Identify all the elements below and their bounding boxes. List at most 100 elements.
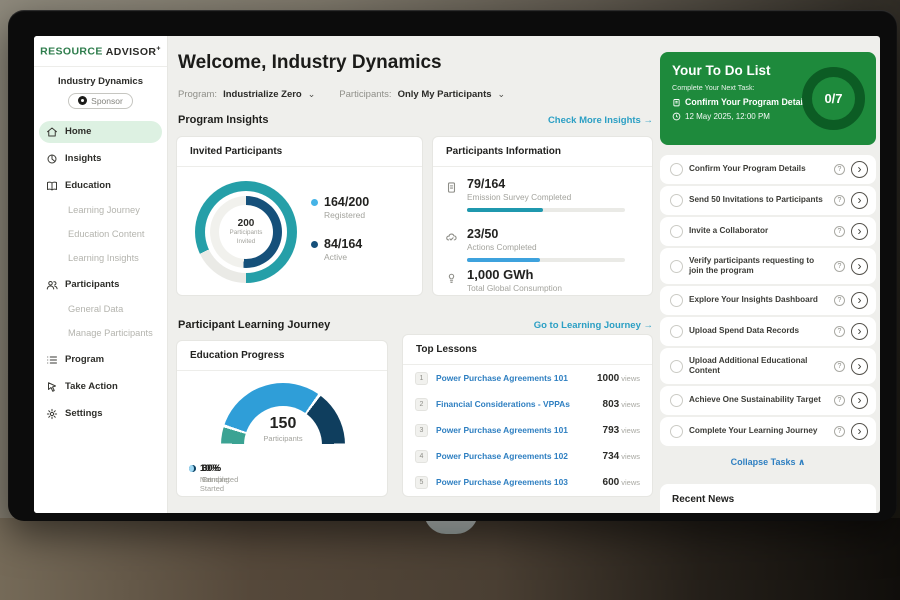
sidebar-item-learning-insights[interactable]: Learning Insights (39, 250, 162, 267)
legend-item-active: 84/164 Active (311, 237, 362, 262)
chevron-right-button[interactable]: › (851, 223, 868, 240)
sidebar-item-participants[interactable]: Participants (39, 274, 162, 296)
help-icon[interactable]: ? (834, 426, 845, 437)
participants-icon (46, 279, 58, 291)
participants-information-card: Participants Information 79/164 Emission… (432, 136, 653, 296)
chevron-right-button[interactable]: › (851, 423, 868, 440)
task-row[interactable]: Upload Spend Data Records ? › (660, 317, 876, 346)
help-icon[interactable]: ? (834, 295, 845, 306)
chevron-right-button[interactable]: › (851, 258, 868, 275)
task-row[interactable]: Achieve One Sustainability Target ? › (660, 386, 876, 415)
task-checkbox[interactable] (670, 260, 683, 273)
views-count: 793 (603, 425, 620, 436)
sidebar-item-insights[interactable]: Insights (39, 148, 162, 170)
views-count: 600 (603, 477, 620, 488)
help-icon[interactable]: ? (834, 195, 845, 206)
chevron-right-button[interactable]: › (851, 161, 868, 178)
task-checkbox[interactable] (670, 325, 683, 338)
sidebar-item-manage-participants[interactable]: Manage Participants (39, 325, 162, 342)
sidebar-item-settings[interactable]: Settings (39, 403, 162, 425)
legend-value: 164/200 (324, 195, 369, 209)
help-icon[interactable]: ? (834, 164, 845, 175)
progress-bar (467, 208, 625, 212)
task-list: Confirm Your Program Details ? › Send 50… (660, 155, 876, 448)
stat-emission-survey: 79/164 Emission Survey Completed (445, 177, 625, 212)
chevron-right-button[interactable]: › (851, 323, 868, 340)
chevron-right-button[interactable]: › (851, 292, 868, 309)
chevron-right-button[interactable]: › (851, 192, 868, 209)
organization-name: Industry Dynamics (34, 76, 167, 87)
lesson-link[interactable]: Financial Considerations - VPPAs (436, 399, 595, 409)
participants-filter-value[interactable]: Only My Participants (398, 89, 492, 100)
task-row[interactable]: Invite a Collaborator ? › (660, 217, 876, 246)
help-icon[interactable]: ? (834, 226, 845, 237)
task-label: Verify participants requesting to join t… (689, 256, 828, 277)
sidebar-item-label: Learning Insights (68, 253, 139, 263)
task-checkbox[interactable] (670, 360, 683, 373)
views-label: views (621, 426, 640, 435)
sidebar-item-take-action[interactable]: Take Action (39, 376, 162, 398)
go-to-learning-journey-link[interactable]: Go to Learning Journey → (534, 320, 653, 331)
task-checkbox[interactable] (670, 225, 683, 238)
chevron-right-button[interactable]: › (851, 358, 868, 375)
participants-filter-label: Participants: (339, 89, 391, 100)
stat-value: 1,000 GWh (467, 267, 562, 282)
actions-icon (445, 231, 458, 244)
card-title: Participants Information (433, 137, 652, 167)
sidebar-item-general-data[interactable]: General Data (39, 301, 162, 318)
help-icon[interactable]: ? (834, 326, 845, 337)
lesson-link[interactable]: Power Purchase Agreements 101 (436, 425, 595, 435)
task-checkbox[interactable] (670, 425, 683, 438)
sidebar-item-home[interactable]: Home (39, 121, 162, 143)
task-checkbox[interactable] (670, 294, 683, 307)
lesson-link[interactable]: Power Purchase Agreements 102 (436, 451, 595, 461)
chevron-down-icon[interactable]: ⌄ (308, 89, 316, 100)
lesson-link[interactable]: Power Purchase Agreements 101 (436, 373, 589, 383)
learning-journey-header: Participant Learning Journey Go to Learn… (178, 319, 653, 331)
task-label: Achieve One Sustainability Target (689, 395, 828, 405)
logo-text-advisor: ADVISOR+ (106, 46, 161, 58)
task-row[interactable]: Verify participants requesting to join t… (660, 248, 876, 284)
task-row[interactable]: Complete Your Learning Journey ? › (660, 417, 876, 446)
sidebar-item-label: Settings (65, 408, 102, 419)
task-row[interactable]: Confirm Your Program Details ? › (660, 155, 876, 184)
donut-center-value: 200 (238, 218, 255, 229)
task-row[interactable]: Send 50 Invitations to Participants ? › (660, 186, 876, 215)
program-filter-value[interactable]: Industrialize Zero (223, 89, 302, 100)
lesson-link[interactable]: Power Purchase Agreements 103 (436, 477, 595, 487)
dashboard-screen: RESOURCE ADVISOR+ Industry Dynamics Spon… (34, 36, 880, 513)
sidebar-item-label: Home (65, 126, 91, 137)
sidebar-item-label: Program (65, 354, 104, 365)
collapse-tasks-link[interactable]: Collapse Tasks ∧ (660, 457, 876, 468)
help-icon[interactable]: ? (834, 395, 845, 406)
todo-progress-value: 0/7 (824, 91, 842, 106)
help-icon[interactable]: ? (834, 261, 845, 272)
sidebar-item-education[interactable]: Education (39, 175, 162, 197)
check-more-insights-link[interactable]: Check More Insights → (548, 115, 653, 126)
lesson-row: 2 Financial Considerations - VPPAs 803vi… (403, 391, 652, 417)
task-checkbox[interactable] (670, 194, 683, 207)
chevron-right-button[interactable]: › (851, 392, 868, 409)
legend-dot (189, 465, 194, 472)
stat-value: 23/50 (467, 227, 625, 241)
top-lessons-card: Top Lessons 1 Power Purchase Agreements … (402, 334, 653, 497)
donut-gap: 200 Participants Invited (205, 191, 287, 273)
legend-dot (311, 241, 318, 248)
task-checkbox[interactable] (670, 394, 683, 407)
help-icon[interactable]: ? (834, 361, 845, 372)
card-title: Invited Participants (177, 137, 422, 167)
page-title: Welcome, Industry Dynamics (178, 52, 442, 74)
sidebar-item-learning-journey[interactable]: Learning Journey (39, 202, 162, 219)
task-row[interactable]: Explore Your Insights Dashboard ? › (660, 286, 876, 315)
sponsor-badge: Sponsor (68, 93, 133, 109)
clipboard-icon (672, 98, 681, 107)
sidebar-item-program[interactable]: Program (39, 349, 162, 371)
chevron-down-icon[interactable]: ⌄ (498, 89, 506, 100)
task-checkbox[interactable] (670, 163, 683, 176)
task-row[interactable]: Upload Additional Educational Content ? … (660, 348, 876, 384)
views-count: 734 (603, 451, 620, 462)
card-title: Education Progress (177, 341, 387, 371)
sidebar-item-education-content[interactable]: Education Content (39, 226, 162, 243)
lesson-row: 5 Power Purchase Agreements 103 600views (403, 469, 652, 495)
stat-value: 79/164 (467, 177, 625, 191)
